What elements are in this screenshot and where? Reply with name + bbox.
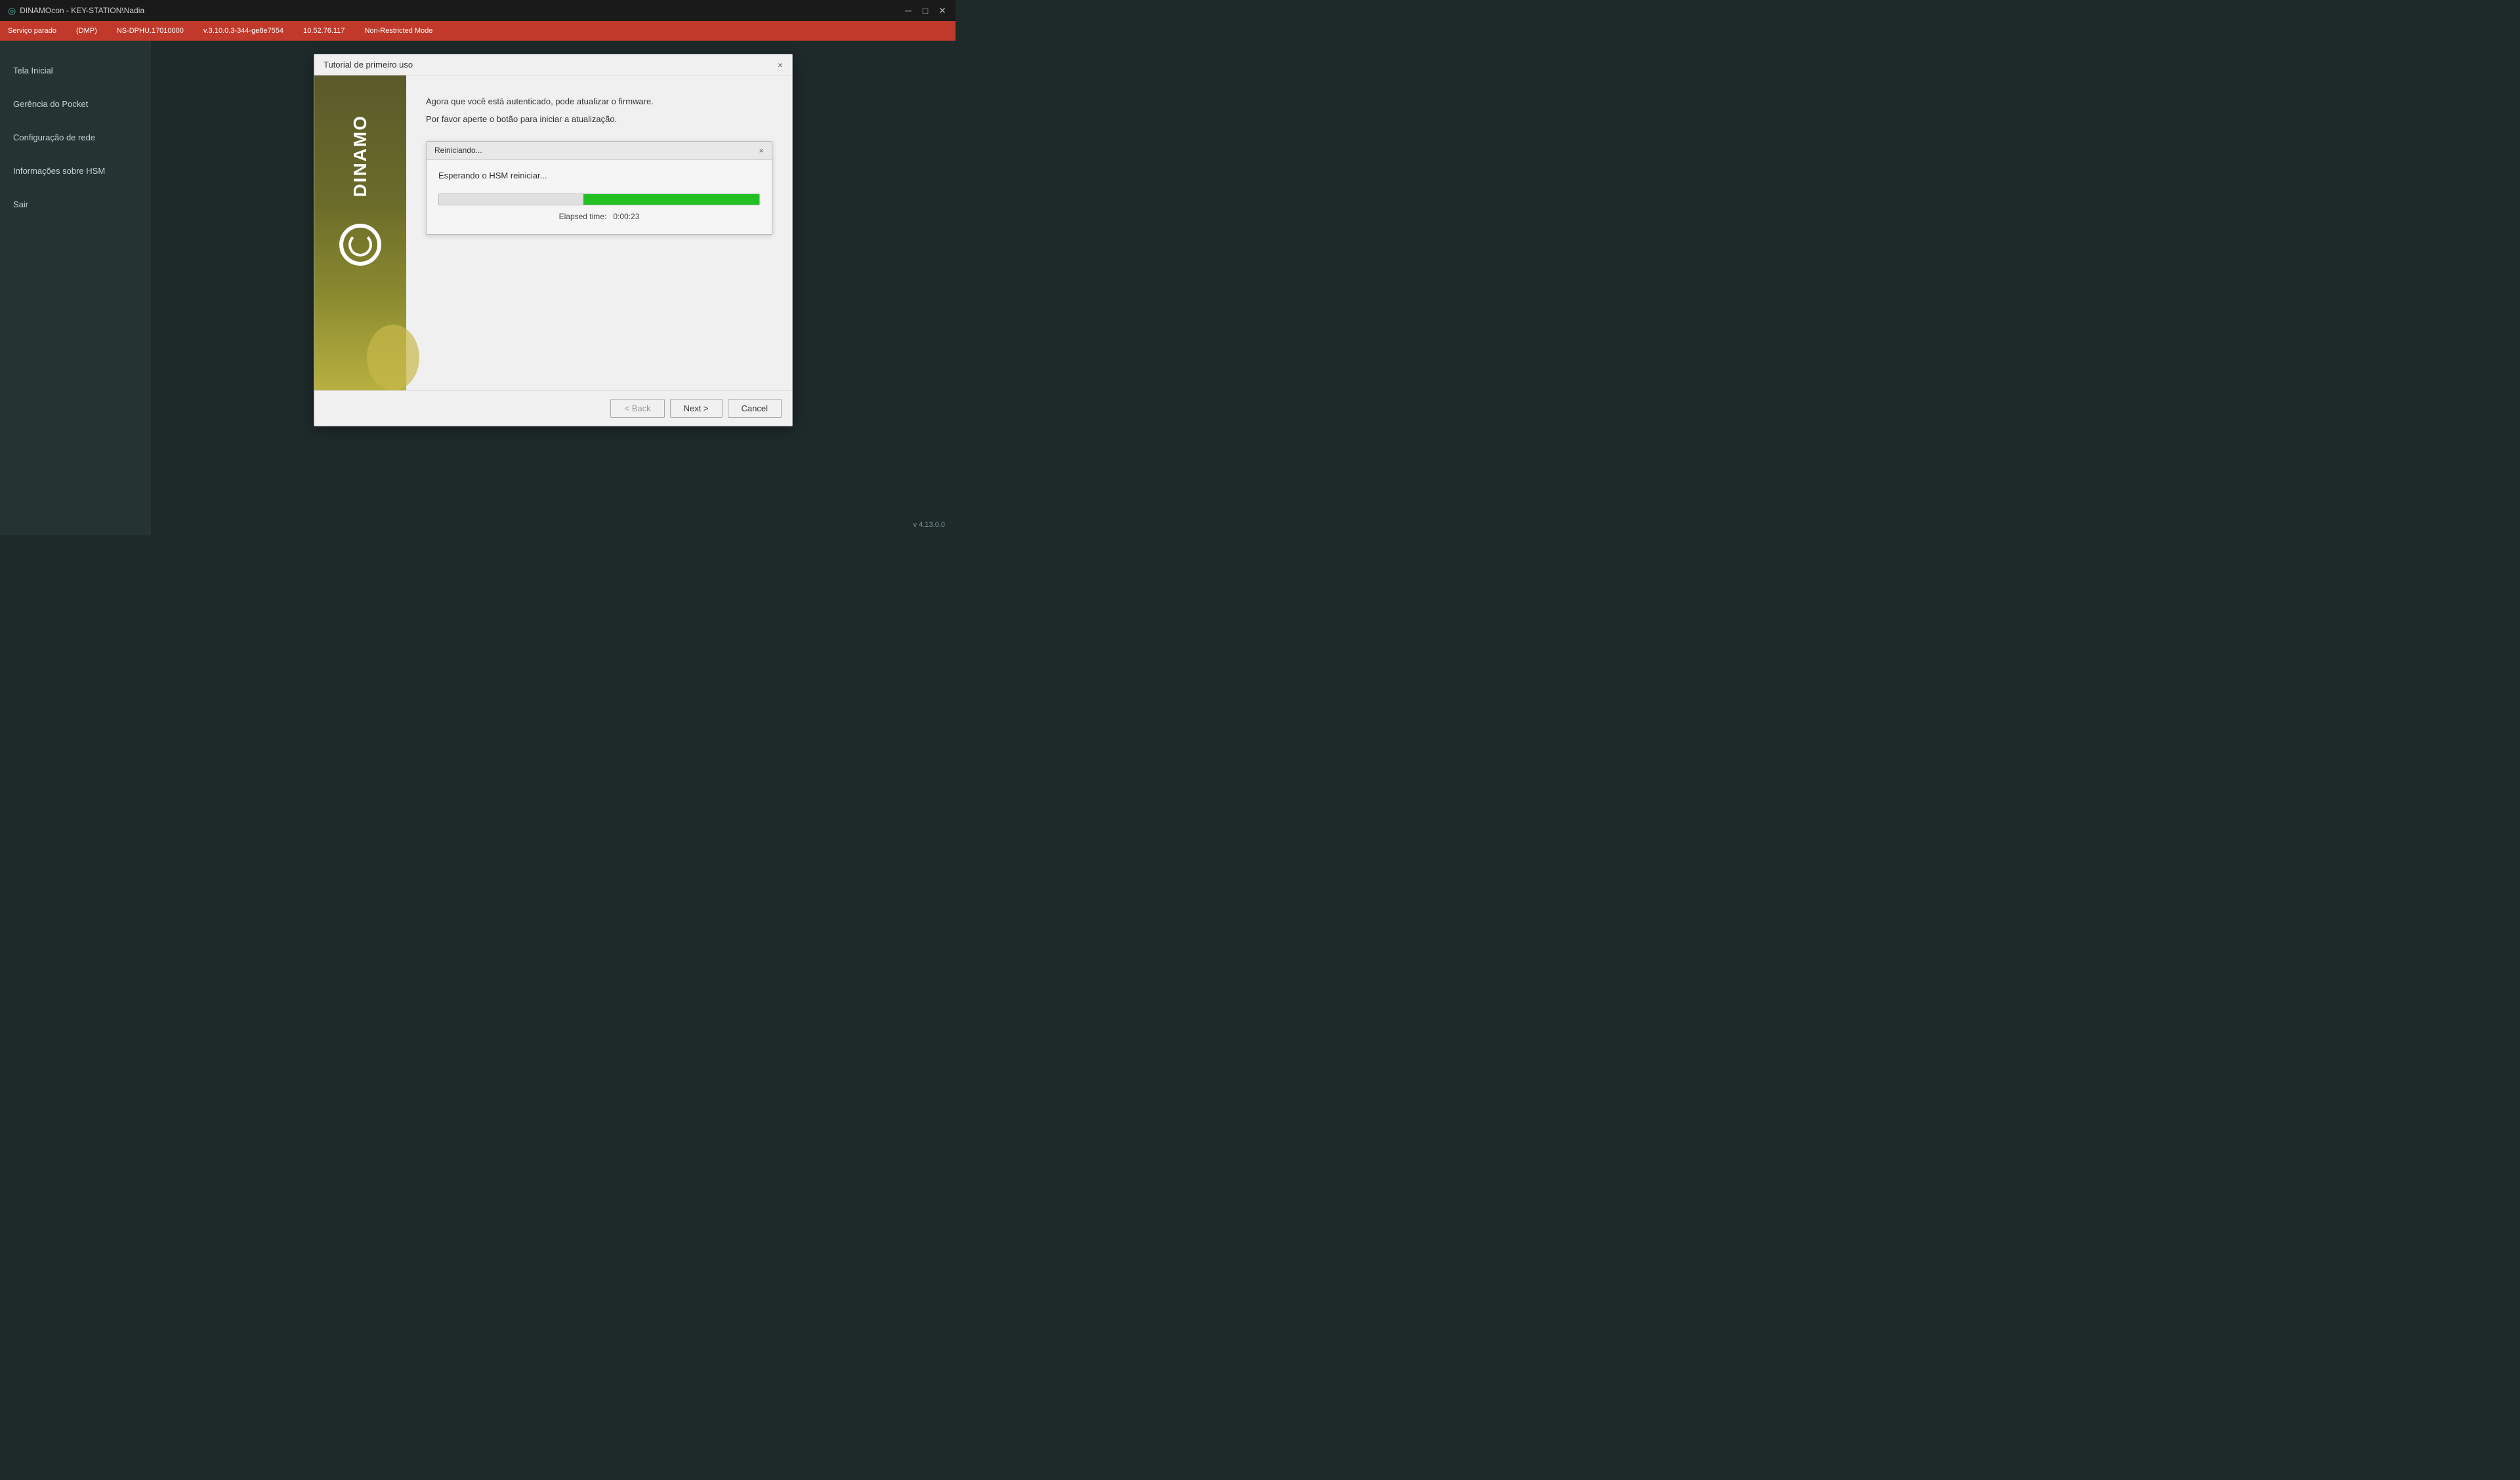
- window-title: DINAMOcon - KEY-STATION\Nadia: [20, 6, 903, 15]
- firmware-version: v.3.10.0.3-344-ge8e7554: [203, 27, 284, 35]
- back-button[interactable]: < Back: [610, 399, 664, 418]
- sidebar-item-configuracao-rede[interactable]: Configuração de rede: [0, 121, 151, 154]
- restarting-dialog: Reiniciando... × Esperando o HSM reinici…: [426, 141, 772, 235]
- sidebar: Tela Inicial Gerência do Pocket Configur…: [0, 41, 151, 535]
- sidebar-item-informacoes-hsm[interactable]: Informações sobre HSM: [0, 154, 151, 188]
- dialog-title: Tutorial de primeiro uso: [324, 60, 413, 70]
- maximize-button[interactable]: □: [920, 5, 931, 16]
- progress-bar-fill: [583, 194, 759, 205]
- service-status: Serviço parado: [8, 27, 56, 35]
- app-logo-icon: ◎: [8, 5, 16, 16]
- close-window-button[interactable]: ✕: [937, 5, 948, 16]
- progress-bar-container: [438, 194, 760, 205]
- dialog-body: DINAMO Agora que você está autenticado, …: [314, 75, 792, 390]
- device-type: (DMP): [76, 27, 97, 35]
- window-controls: ─ □ ✕: [903, 5, 948, 16]
- inner-dialog-body: Esperando o HSM reiniciar... Elapsed tim…: [427, 160, 772, 234]
- content-panel: Agora que você está autenticado, pode at…: [406, 75, 792, 390]
- dialog-close-button[interactable]: ×: [778, 60, 783, 70]
- sidebar-item-tela-inicial[interactable]: Tela Inicial: [0, 54, 151, 87]
- ip-address: 10.52.76.117: [303, 27, 345, 35]
- content-line-1: Agora que você está autenticado, pode at…: [426, 95, 772, 109]
- minimize-button[interactable]: ─: [903, 5, 914, 16]
- elapsed-time-text: Elapsed time: 0:00:23: [438, 212, 760, 221]
- dialog-footer: < Back Next > Cancel: [314, 390, 792, 426]
- device-mode: Non-Restricted Mode: [364, 27, 432, 35]
- version-text: v 4.13.0.0: [914, 521, 945, 529]
- dialog-overlay: Tutorial de primeiro uso × DINAMO Agora …: [151, 41, 956, 535]
- sidebar-item-sair[interactable]: Sair: [0, 188, 151, 221]
- inner-dialog-title: Reiniciando...: [434, 146, 482, 155]
- inner-dialog-title-bar: Reiniciando... ×: [427, 142, 772, 160]
- logo-panel: DINAMO: [314, 75, 406, 390]
- dinamo-circle-icon: [339, 224, 381, 266]
- next-button[interactable]: Next >: [670, 399, 723, 418]
- inner-dialog-message: Esperando o HSM reiniciar...: [438, 171, 760, 180]
- device-id: NS-DPHU.17010000: [117, 27, 184, 35]
- inner-dialog-close-button[interactable]: ×: [759, 146, 764, 155]
- main-dialog: Tutorial de primeiro uso × DINAMO Agora …: [314, 54, 793, 426]
- dinamo-logo-text: DINAMO: [350, 115, 371, 197]
- content-line-2: Por favor aperte o botão para iniciar a …: [426, 113, 772, 127]
- cancel-button[interactable]: Cancel: [728, 399, 782, 418]
- progress-bar-empty: [439, 194, 583, 205]
- elapsed-value: 0:00:23: [613, 212, 639, 221]
- sidebar-item-gerencia-pocket[interactable]: Gerência do Pocket: [0, 87, 151, 121]
- dialog-title-bar: Tutorial de primeiro uso ×: [314, 54, 792, 75]
- header-bar: Serviço parado (DMP) NS-DPHU.17010000 v.…: [0, 21, 956, 41]
- logo-curve-decoration: [367, 325, 419, 390]
- elapsed-label: Elapsed time:: [559, 212, 607, 221]
- title-bar: ◎ DINAMOcon - KEY-STATION\Nadia ─ □ ✕: [0, 0, 956, 21]
